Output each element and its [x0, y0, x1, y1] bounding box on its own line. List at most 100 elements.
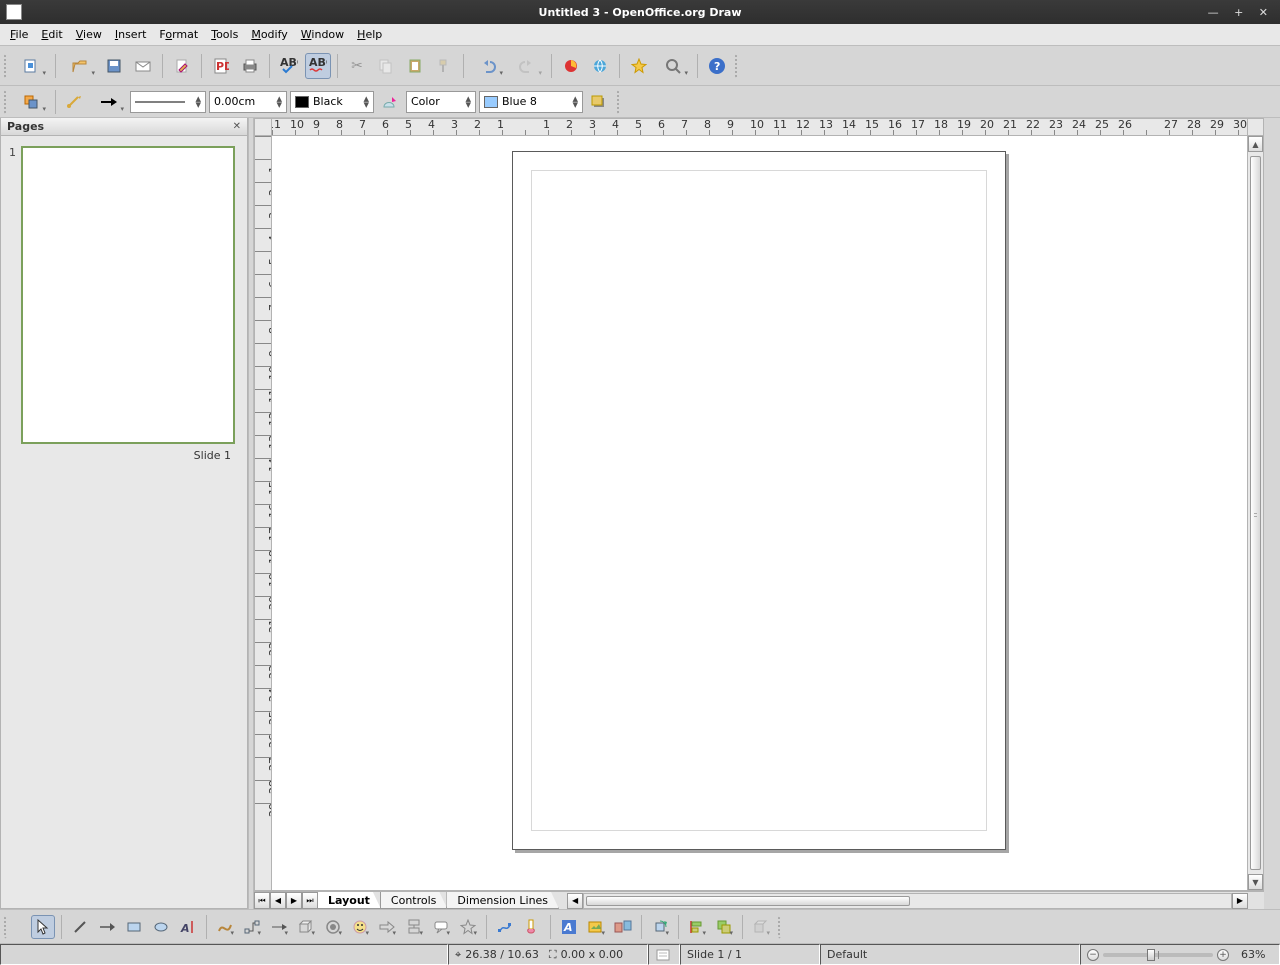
menu-format[interactable]: Format: [153, 26, 204, 43]
menu-insert[interactable]: Insert: [109, 26, 153, 43]
zoom-slider[interactable]: [1103, 953, 1213, 957]
drawing-page[interactable]: [512, 151, 1006, 850]
line-arrow-tool[interactable]: [95, 915, 119, 939]
flowchart-tool[interactable]: [402, 915, 426, 939]
extrusion-tool[interactable]: [749, 915, 773, 939]
pages-panel-header[interactable]: Pages ✕: [1, 118, 247, 136]
navigator-button[interactable]: [626, 53, 652, 79]
scroll-left-button[interactable]: ◀: [567, 893, 583, 909]
gallery-button[interactable]: [611, 915, 635, 939]
close-button[interactable]: ✕: [1259, 6, 1274, 19]
menu-file[interactable]: File: [4, 26, 34, 43]
email-button[interactable]: [130, 53, 156, 79]
stars-tool[interactable]: [456, 915, 480, 939]
rectangle-tool[interactable]: [122, 915, 146, 939]
chart-button[interactable]: [558, 53, 584, 79]
menu-tools[interactable]: Tools: [205, 26, 244, 43]
line-width-input[interactable]: 0.00cm ▴▾: [209, 91, 287, 113]
hyperlink-button[interactable]: [587, 53, 613, 79]
basic-shapes-tool[interactable]: [321, 915, 345, 939]
rotate-tool[interactable]: [648, 915, 672, 939]
tab-nav-next[interactable]: ▶: [286, 892, 302, 909]
ruler-corner[interactable]: [254, 118, 272, 136]
paste-button[interactable]: [402, 53, 428, 79]
vertical-ruler[interactable]: 1234567891011121314151617181920212223242…: [254, 136, 272, 891]
zoom-value[interactable]: 63%: [1241, 948, 1265, 961]
callouts-tool[interactable]: [429, 915, 453, 939]
curve-tool[interactable]: [213, 915, 237, 939]
block-arrows-tool[interactable]: [375, 915, 399, 939]
page-thumbnail[interactable]: [21, 146, 235, 444]
tab-nav-first[interactable]: ⏮: [254, 892, 270, 909]
signature-status[interactable]: [648, 944, 680, 965]
toolbar-handle[interactable]: [4, 89, 10, 115]
fill-type-select[interactable]: Color ▴▾: [406, 91, 476, 113]
help-button[interactable]: ?: [704, 53, 730, 79]
fontwork-tool[interactable]: A: [557, 915, 581, 939]
menu-view[interactable]: View: [70, 26, 108, 43]
horizontal-ruler[interactable]: 1110987654321123456789101112131415161718…: [272, 118, 1248, 136]
symbol-shapes-tool[interactable]: [348, 915, 372, 939]
status-slide-cell[interactable]: Slide 1 / 1: [680, 944, 820, 965]
fill-color-select[interactable]: Blue 8 ▴▾: [479, 91, 583, 113]
3d-objects-tool[interactable]: [294, 915, 318, 939]
toolbar-overflow[interactable]: [735, 53, 741, 79]
menu-help[interactable]: Help: [351, 26, 388, 43]
text-tool[interactable]: A: [176, 915, 200, 939]
toolbar-handle[interactable]: [4, 915, 28, 939]
layer-tab-layout[interactable]: Layout: [317, 892, 381, 909]
tab-nav-prev[interactable]: ◀: [270, 892, 286, 909]
canvas-viewport[interactable]: [272, 136, 1248, 891]
zoom-in-button[interactable]: +: [1217, 949, 1229, 961]
layer-tab-controls[interactable]: Controls: [380, 892, 448, 909]
arrange-tool[interactable]: [712, 915, 736, 939]
undo-button[interactable]: [470, 53, 506, 79]
connector-tool[interactable]: [240, 915, 264, 939]
menu-modify[interactable]: Modify: [245, 26, 293, 43]
toolbar-overflow[interactable]: [778, 915, 802, 939]
horizontal-scrollbar[interactable]: ◀ ▶: [567, 892, 1248, 909]
spellcheck-button[interactable]: ABC: [276, 53, 302, 79]
arrow-style-button[interactable]: [91, 89, 127, 115]
print-button[interactable]: [237, 53, 263, 79]
alignment-tool[interactable]: [685, 915, 709, 939]
redo-button[interactable]: [509, 53, 545, 79]
ellipse-tool[interactable]: [149, 915, 173, 939]
zoom-button[interactable]: [655, 53, 691, 79]
scroll-up-button[interactable]: ▲: [1248, 136, 1263, 152]
toolbar-overflow[interactable]: [617, 89, 623, 115]
tab-nav-last[interactable]: ⏭: [302, 892, 318, 909]
layer-tab-dimension-lines[interactable]: Dimension Lines: [446, 892, 559, 909]
export-pdf-button[interactable]: PDF: [208, 53, 234, 79]
menu-window[interactable]: Window: [295, 26, 350, 43]
select-tool[interactable]: [31, 915, 55, 939]
copy-button[interactable]: [373, 53, 399, 79]
edit-points-tool[interactable]: [493, 915, 517, 939]
open-button[interactable]: [62, 53, 98, 79]
zoom-out-button[interactable]: −: [1087, 949, 1099, 961]
autospellcheck-button[interactable]: ABC: [305, 53, 331, 79]
scroll-right-button[interactable]: ▶: [1232, 893, 1248, 909]
scroll-thumb[interactable]: [1250, 156, 1261, 870]
save-button[interactable]: [101, 53, 127, 79]
maximize-button[interactable]: +: [1234, 6, 1249, 19]
vertical-scrollbar[interactable]: ▲ ▼: [1248, 136, 1264, 891]
edit-file-button[interactable]: [169, 53, 195, 79]
shadow-button[interactable]: [586, 89, 612, 115]
lines-arrows-tool[interactable]: [267, 915, 291, 939]
scroll-thumb[interactable]: [586, 896, 909, 906]
line-tool[interactable]: [68, 915, 92, 939]
arrange-button[interactable]: [13, 89, 49, 115]
minimize-button[interactable]: —: [1208, 6, 1225, 19]
line-color-select[interactable]: Black ▴▾: [290, 91, 374, 113]
new-doc-button[interactable]: [13, 53, 49, 79]
scroll-down-button[interactable]: ▼: [1248, 874, 1263, 890]
from-file-tool[interactable]: [584, 915, 608, 939]
cut-button[interactable]: ✂: [344, 53, 370, 79]
toolbar-handle[interactable]: [4, 53, 10, 79]
menu-edit[interactable]: Edit: [35, 26, 68, 43]
glue-points-tool[interactable]: [520, 915, 544, 939]
pages-panel-close-icon[interactable]: ✕: [233, 121, 241, 132]
area-dialog-button[interactable]: [377, 89, 403, 115]
line-style-select[interactable]: ▴▾: [130, 91, 206, 113]
